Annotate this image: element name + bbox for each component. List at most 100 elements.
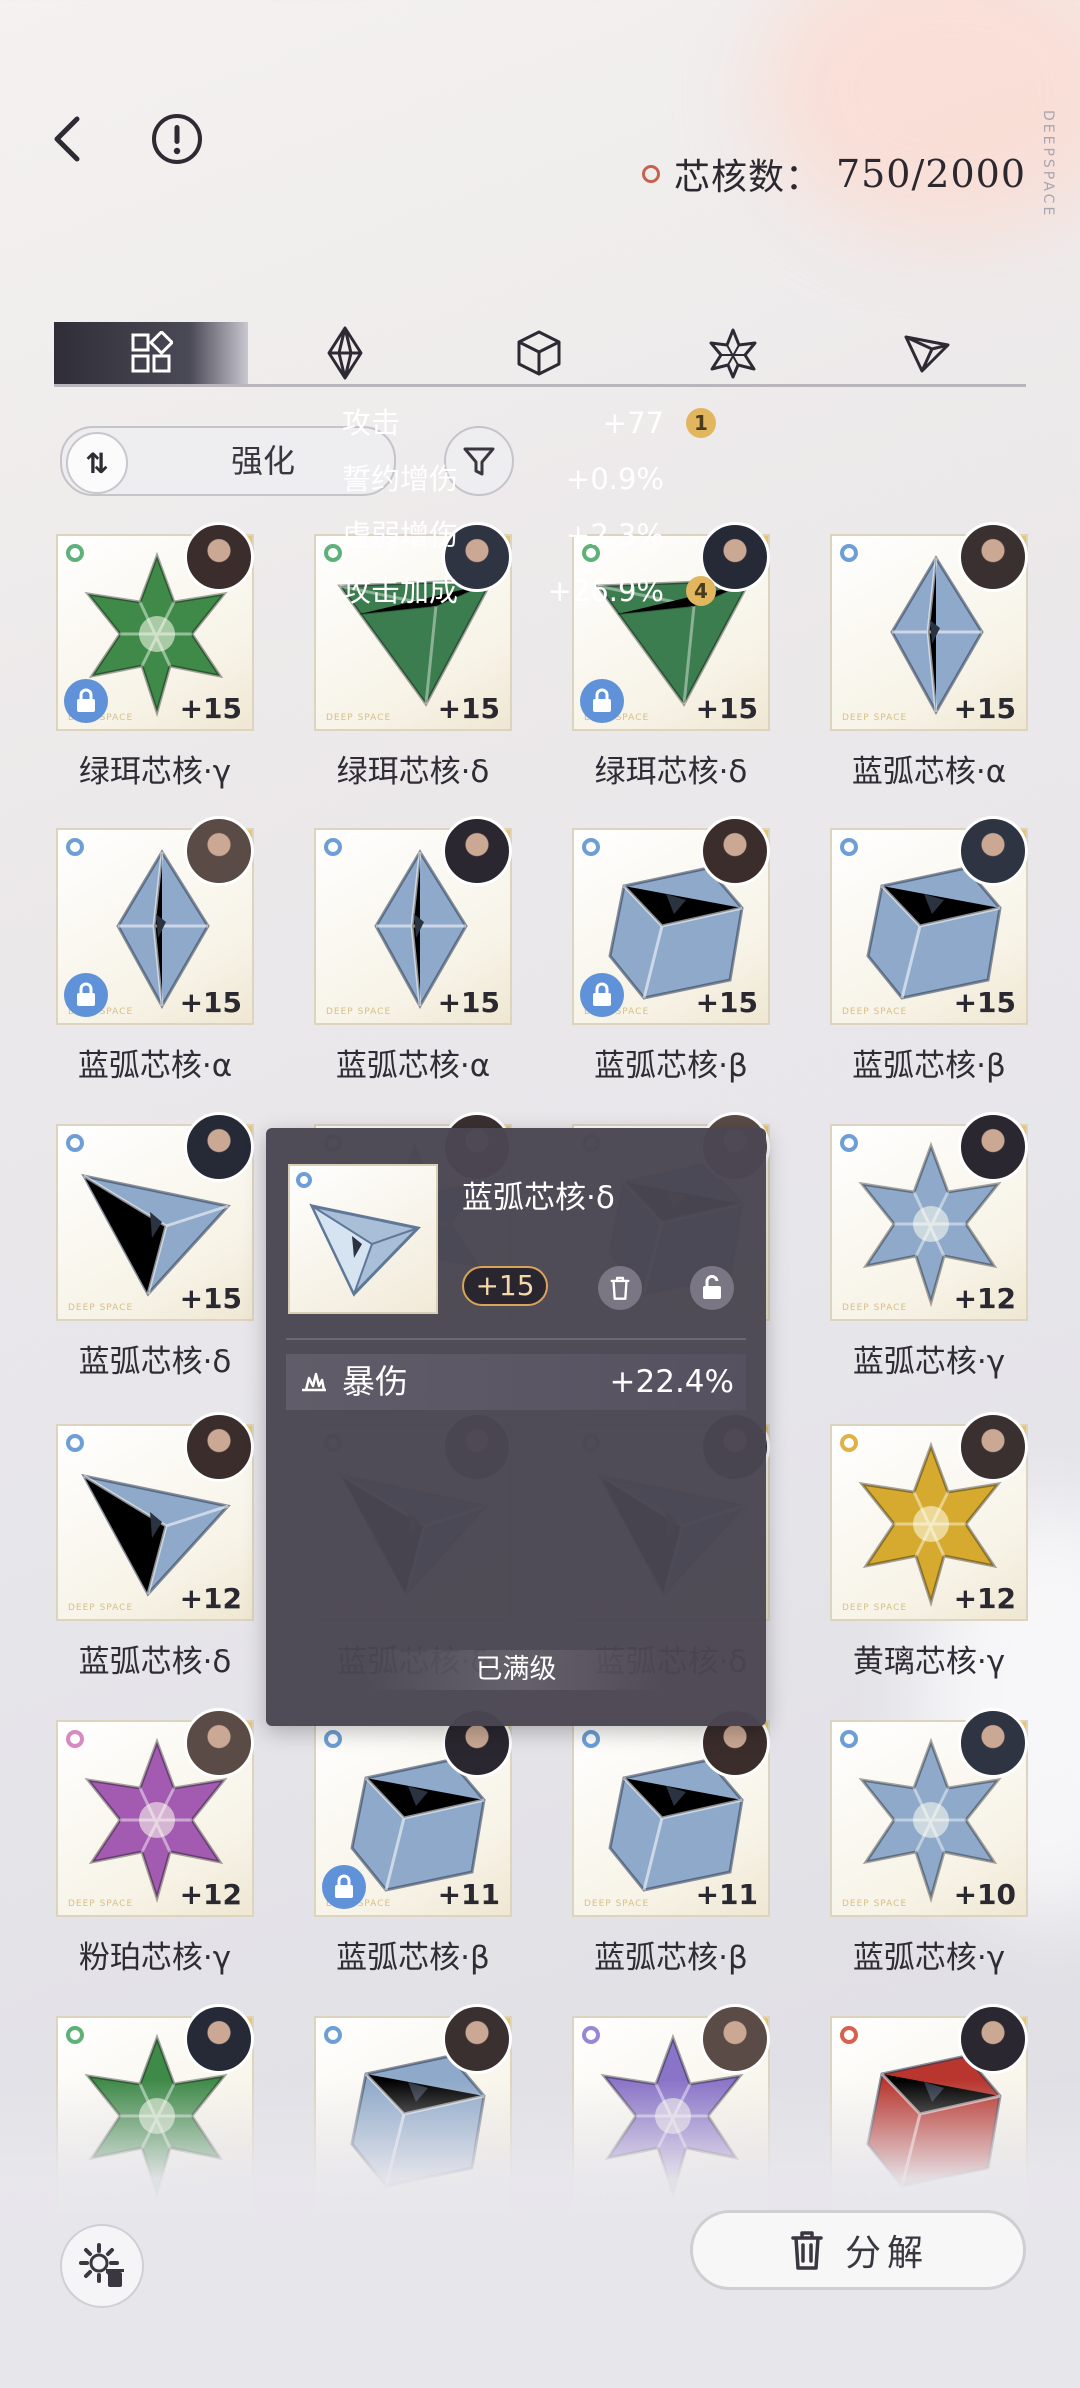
equipped-character-avatar bbox=[184, 1708, 254, 1778]
sort-order-icon[interactable]: ⇅ bbox=[66, 432, 128, 494]
trash-icon bbox=[791, 2231, 823, 2270]
rarity-icon bbox=[840, 1730, 858, 1748]
core-detail-popup: 蓝弧芯核·δ +15 暴伤 +22.4% 攻击 +77 1 誓约增伤 +0.9% 虚弱增伤… bbox=[266, 406, 766, 1726]
tab-cube[interactable] bbox=[442, 322, 636, 384]
popup-title: 蓝弧芯核·δ bbox=[462, 1180, 615, 1216]
equipped-character-avatar bbox=[700, 816, 770, 886]
core-name: 蓝弧芯核·β bbox=[594, 1048, 748, 1084]
equipped-character-avatar bbox=[958, 816, 1028, 886]
level-label: +15 bbox=[695, 692, 758, 725]
core-name: 蓝弧芯核·α bbox=[335, 1048, 491, 1084]
main-stat-label: 暴伤 bbox=[342, 1362, 408, 1401]
sub-stat-row: 攻击加成 +26.9% 4 bbox=[286, 564, 746, 618]
core-name: 蓝弧芯核·δ bbox=[78, 1644, 232, 1680]
rarity-icon bbox=[66, 1730, 84, 1748]
upgrade-count-badge: 4 bbox=[686, 576, 716, 606]
lock-icon[interactable] bbox=[322, 1865, 366, 1909]
level-label: +15 bbox=[953, 692, 1016, 725]
tab-diamond[interactable] bbox=[248, 322, 442, 384]
rarity-icon bbox=[840, 838, 858, 856]
equipped-character-avatar bbox=[958, 2004, 1028, 2074]
deep-space-mark: DEEP SPACE bbox=[842, 1007, 908, 1017]
lock-icon[interactable] bbox=[64, 973, 108, 1017]
core-counter: 芯核数： 750/2000 bbox=[641, 148, 1026, 200]
deep-space-mark: DEEP SPACE bbox=[326, 713, 392, 723]
core-name: 蓝弧芯核·β bbox=[852, 1048, 1006, 1084]
sub-stat-label: 攻击 bbox=[342, 406, 401, 440]
core-name: 绿珥芯核·δ bbox=[336, 754, 490, 790]
level-label: +15 bbox=[437, 692, 500, 725]
popup-gem-icon bbox=[309, 1203, 421, 1297]
rarity-icon bbox=[66, 838, 84, 856]
lock-icon[interactable] bbox=[580, 973, 624, 1017]
grid-all-icon bbox=[131, 331, 173, 373]
tab-all[interactable] bbox=[54, 322, 248, 384]
equipped-character-avatar bbox=[184, 1112, 254, 1182]
deep-space-mark: DEEP SPACE bbox=[842, 1303, 908, 1313]
star-cluster-icon bbox=[709, 328, 757, 379]
popup-core-thumbnail bbox=[288, 1164, 438, 1314]
deep-space-mark: DEEP SPACE bbox=[584, 1899, 650, 1909]
sub-stat-label: 虚弱增伤 bbox=[342, 518, 459, 552]
auto-decompose-settings-button[interactable] bbox=[60, 2224, 144, 2308]
rarity-icon bbox=[66, 1434, 84, 1452]
core-name: 蓝弧芯核·δ bbox=[78, 1344, 232, 1380]
core-name: 绿珥芯核·δ bbox=[594, 754, 748, 790]
max-level-label: 已满级 bbox=[366, 1650, 666, 1690]
crit-damage-icon bbox=[302, 1372, 326, 1392]
popup-level-badge: +15 bbox=[462, 1266, 548, 1306]
equipped-character-avatar bbox=[958, 522, 1028, 592]
tab-star-cluster[interactable] bbox=[636, 322, 830, 384]
equipped-character-avatar bbox=[958, 1112, 1028, 1182]
popup-lock-toggle-button[interactable] bbox=[690, 1266, 734, 1310]
cube-icon bbox=[517, 330, 561, 376]
core-name: 蓝弧芯核·α bbox=[851, 754, 1007, 790]
deep-space-mark: DEEP SPACE bbox=[842, 1899, 908, 1909]
core-name: 蓝弧芯核·α bbox=[77, 1048, 233, 1084]
tab-triangle[interactable] bbox=[830, 322, 1024, 384]
equipped-character-avatar bbox=[184, 1412, 254, 1482]
core-name: 蓝弧芯核·β bbox=[336, 1940, 490, 1976]
deep-space-mark: DEEP SPACE bbox=[842, 713, 908, 723]
decompose-button[interactable]: 分解 bbox=[690, 2210, 1026, 2290]
lock-icon[interactable] bbox=[580, 679, 624, 723]
core-name: 绿珥芯核·γ bbox=[78, 754, 232, 790]
equipped-character-avatar bbox=[184, 2004, 254, 2074]
sub-stat-value: +2.3% bbox=[566, 518, 664, 552]
core-name: 蓝弧芯核·γ bbox=[852, 1344, 1006, 1380]
level-label: +15 bbox=[437, 986, 500, 1019]
chevron-left-icon bbox=[54, 116, 80, 162]
level-label: +15 bbox=[179, 692, 242, 725]
level-label: +15 bbox=[695, 986, 758, 1019]
level-label: +11 bbox=[437, 1878, 500, 1911]
level-label: +11 bbox=[695, 1878, 758, 1911]
equipped-character-avatar bbox=[184, 522, 254, 592]
level-label: +12 bbox=[179, 1878, 242, 1911]
deep-space-mark: DEEP SPACE bbox=[68, 1603, 134, 1613]
gear-trash-icon bbox=[79, 2243, 124, 2287]
equipped-character-avatar bbox=[442, 816, 512, 886]
level-label: +15 bbox=[953, 986, 1016, 1019]
rarity-icon bbox=[840, 544, 858, 562]
back-button[interactable] bbox=[32, 104, 102, 174]
rarity-icon bbox=[324, 2026, 342, 2044]
lock-icon[interactable] bbox=[64, 679, 108, 723]
popup-discard-button[interactable] bbox=[598, 1266, 642, 1310]
rarity-icon bbox=[840, 1434, 858, 1452]
equipped-character-avatar bbox=[700, 2004, 770, 2074]
rarity-icon bbox=[582, 838, 600, 856]
level-label: +15 bbox=[179, 1282, 242, 1315]
sub-stat-value: +26.9% bbox=[547, 574, 664, 608]
popup-main-stat: 暴伤 +22.4% bbox=[286, 1354, 746, 1410]
counter-dot-icon bbox=[641, 165, 660, 183]
sub-stat-value: +0.9% bbox=[566, 462, 664, 496]
deep-space-mark: DEEP SPACE bbox=[68, 1899, 134, 1909]
sub-stat-row: 虚弱增伤 +2.3% bbox=[286, 508, 746, 562]
sub-stat-row: 攻击 +77 1 bbox=[286, 396, 746, 450]
sub-stat-label: 誓约增伤 bbox=[342, 462, 459, 496]
level-label: +10 bbox=[953, 1878, 1016, 1911]
deep-space-mark: DEEP SPACE bbox=[326, 1007, 392, 1017]
counter-value: 750/2000 bbox=[835, 152, 1026, 196]
info-button[interactable] bbox=[142, 104, 212, 174]
rarity-icon bbox=[66, 2026, 84, 2044]
